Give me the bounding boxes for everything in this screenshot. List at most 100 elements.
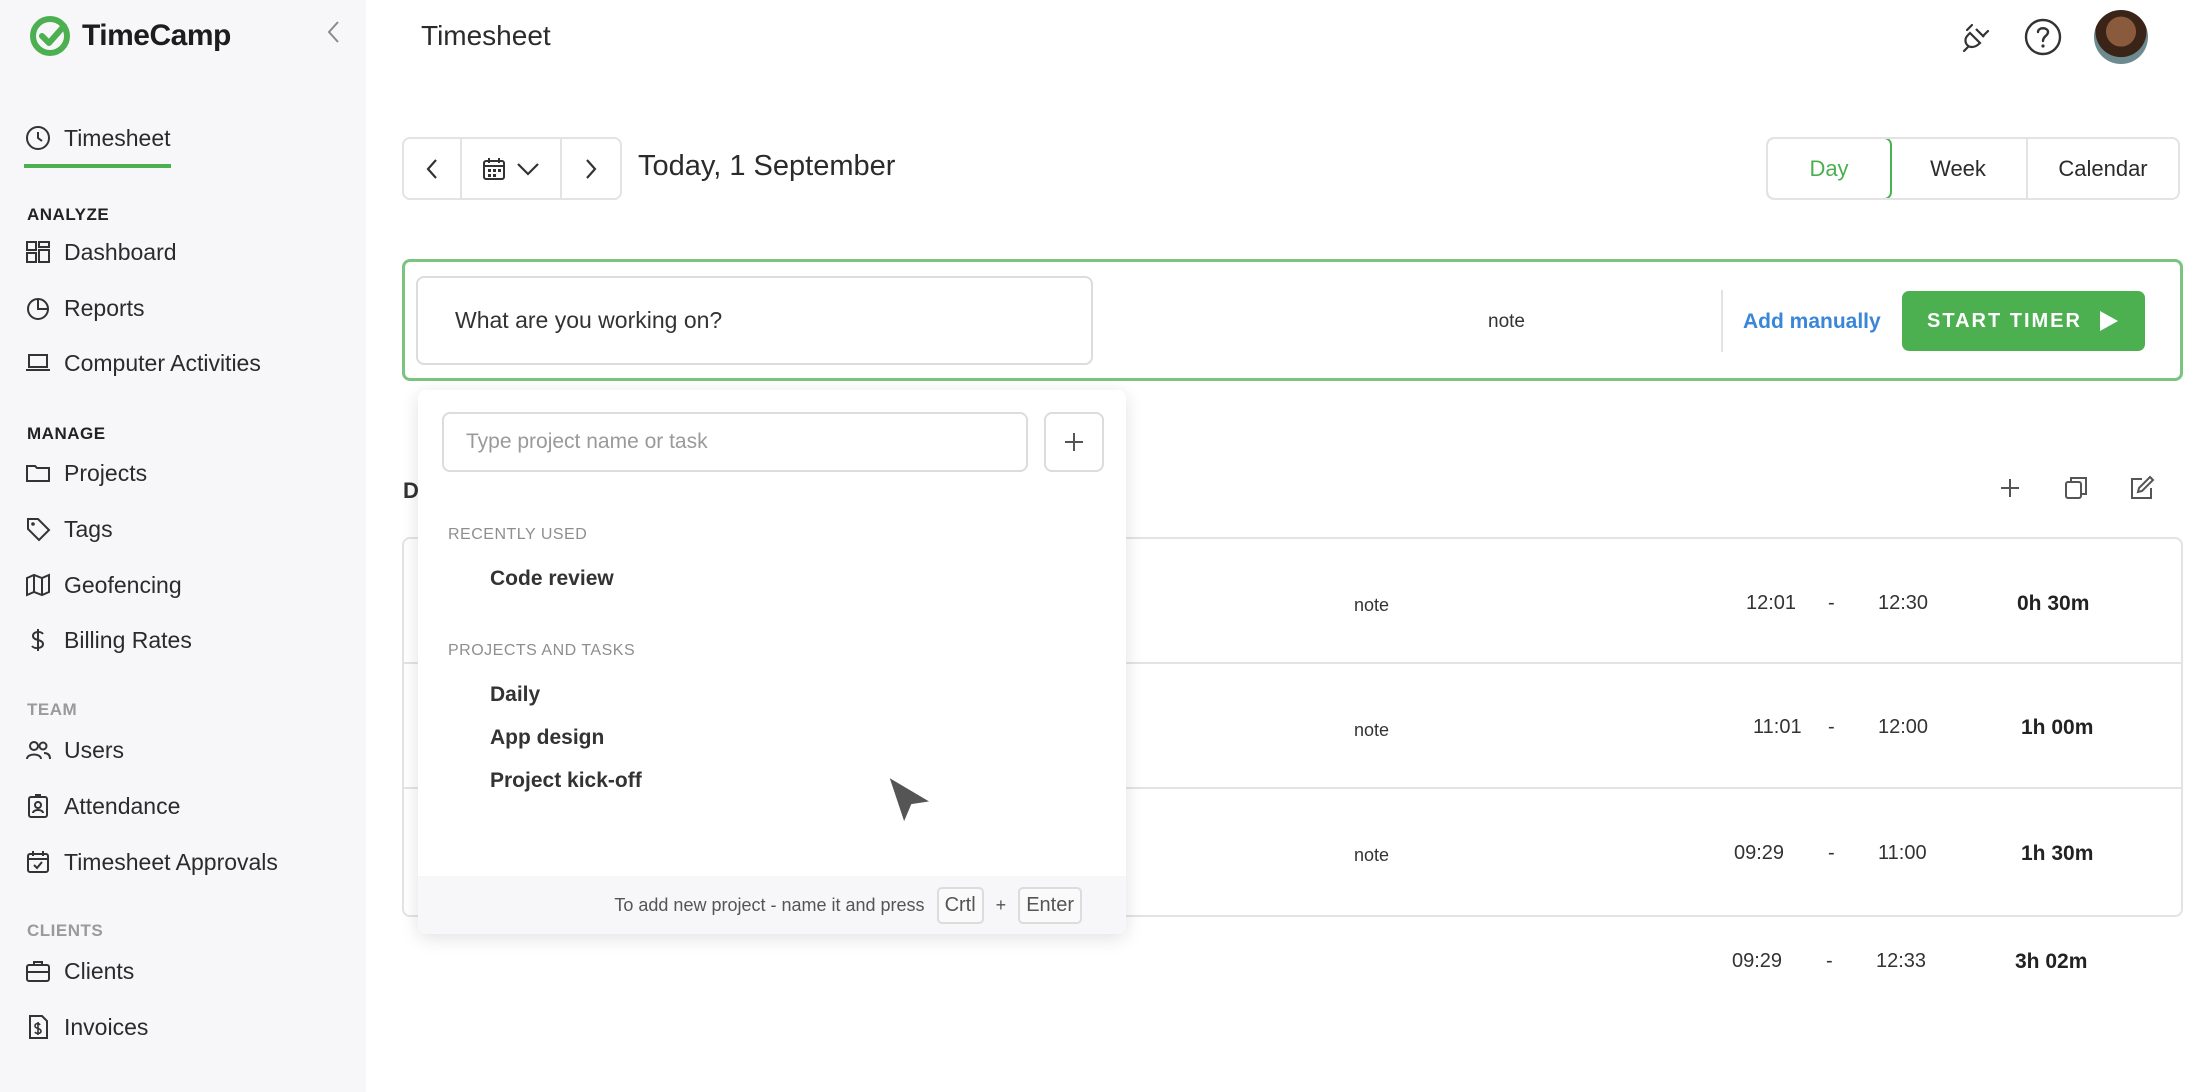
sidebar-item-computer-activities[interactable]: Computer Activities [24, 343, 261, 383]
entry-start-time[interactable]: 12:01 [1746, 592, 1796, 615]
entry-duration[interactable]: 0h 30m [2017, 592, 2089, 616]
bulk-edit-button[interactable] [2124, 470, 2160, 506]
time-separator: - [1828, 716, 1835, 738]
add-entry-button[interactable] [1992, 470, 2028, 506]
entry-note[interactable]: note [1354, 720, 1389, 741]
clock-icon [26, 126, 50, 150]
sidebar-item-tags[interactable]: Tags [24, 509, 113, 549]
current-date-label: Today, 1 September [638, 150, 896, 182]
sidebar-item-users[interactable]: Users [24, 730, 124, 770]
brand-name: TimeCamp [82, 19, 231, 52]
entry-duration[interactable]: 1h 30m [2021, 842, 2093, 866]
sidebar-item-clients[interactable]: Clients [24, 951, 134, 991]
section-label-analyze: ANALYZE [27, 205, 110, 224]
entry-end-time[interactable]: 12:30 [1878, 592, 1928, 615]
duplicate-button[interactable] [2058, 470, 2094, 506]
sidebar-item-label: Geofencing [64, 571, 182, 598]
chevron-left-icon [426, 158, 437, 179]
sidebar-item-timesheet[interactable]: Timesheet [24, 118, 171, 168]
time-separator: - [1828, 842, 1835, 864]
sidebar-item-timesheet-approvals[interactable]: Timesheet Approvals [24, 842, 278, 882]
view-calendar-tab[interactable]: Calendar [2028, 139, 2178, 198]
entry-note[interactable]: note [1354, 845, 1389, 866]
task-selector-input[interactable]: What are you working on? [416, 276, 1093, 365]
sidebar-item-label: Reports [64, 294, 145, 321]
section-label-clients: CLIENTS [27, 921, 104, 940]
date-picker-button[interactable] [462, 139, 562, 198]
plus-icon [2001, 479, 2019, 497]
plug-icon [1962, 23, 1990, 53]
start-timer-label: START TIMER [1927, 309, 2082, 332]
sidebar-item-reports[interactable]: Reports [24, 288, 145, 328]
add-manually-link[interactable]: Add manually [1743, 310, 1881, 334]
sidebar-item-dashboard[interactable]: Dashboard [24, 232, 177, 272]
divider [1721, 290, 1723, 352]
play-icon [2099, 311, 2118, 331]
timecamp-logo-icon [30, 16, 70, 56]
dollar-icon [31, 629, 45, 651]
sidebar-item-billing-rates[interactable]: Billing Rates [24, 620, 192, 660]
help-button[interactable] [2020, 14, 2066, 60]
timer-bar: What are you working on? note Add manual… [402, 259, 2183, 381]
entry-start-time[interactable]: 11:01 [1753, 716, 1802, 739]
key-ctrl: Crtl [936, 886, 984, 924]
sidebar-item-label: Users [64, 736, 125, 763]
sidebar-item-label: Dashboard [64, 238, 177, 265]
view-week-tab[interactable]: Week [1890, 139, 2028, 198]
task-option[interactable]: App design [490, 726, 604, 750]
entry-duration[interactable]: 1h 00m [2021, 716, 2093, 740]
sidebar-item-label: Attendance [64, 792, 181, 819]
time-separator: - [1828, 592, 1835, 614]
help-icon [2024, 18, 2062, 56]
section-label-manage: MANAGE [27, 424, 106, 443]
entry-note[interactable]: note [1354, 595, 1389, 616]
mouse-cursor-icon [886, 773, 935, 827]
add-project-button[interactable] [1044, 412, 1104, 472]
users-icon [26, 741, 51, 760]
project-search-input[interactable]: Type project name or task [442, 412, 1028, 472]
chevron-right-icon [586, 158, 597, 179]
entry-end-time[interactable]: 11:00 [1878, 842, 1927, 865]
badge-icon [28, 794, 48, 818]
entry-end-time[interactable]: 12:00 [1878, 716, 1928, 739]
pie-chart-icon [27, 298, 49, 320]
logo[interactable]: TimeCamp [28, 14, 231, 58]
collapse-sidebar-button[interactable] [320, 18, 348, 46]
sidebar-item-projects[interactable]: Projects [24, 453, 147, 493]
invoice-icon [29, 1015, 48, 1039]
sidebar-item-label: Timesheet Approvals [64, 848, 278, 875]
start-timer-button[interactable]: START TIMER [1902, 291, 2145, 351]
calendar-icon [483, 157, 505, 180]
day-total-row: 09:29 - 12:33 3h 02m [402, 945, 2183, 985]
sidebar-item-label: Projects [64, 459, 148, 486]
sidebar-item-geofencing[interactable]: Geofencing [24, 565, 182, 605]
total-start-time: 09:29 [1732, 950, 1783, 972]
entry-start-time[interactable]: 09:29 [1734, 842, 1784, 865]
next-day-button[interactable] [562, 139, 620, 198]
map-icon [26, 573, 50, 597]
note-input[interactable]: note [1488, 311, 1525, 333]
project-task-dropdown: Type project name or task RECENTLY USED … [418, 390, 1126, 934]
view-switcher: Day Week Calendar [1766, 137, 2180, 200]
sidebar-item-attendance[interactable]: Attendance [24, 786, 180, 826]
sidebar-item-invoices[interactable]: Invoices [24, 1007, 148, 1047]
view-day-tab[interactable]: Day [1768, 139, 1892, 198]
key-enter: Enter [1018, 886, 1082, 924]
task-option[interactable]: Project kick-off [490, 769, 642, 793]
recently-used-label: RECENTLY USED [448, 526, 588, 543]
task-option[interactable]: Code review [490, 567, 614, 591]
integrations-button[interactable] [1953, 14, 1999, 60]
sidebar-item-label: Clients [64, 957, 135, 984]
key-plus: + [995, 894, 1007, 915]
page-title: Timesheet [421, 20, 551, 51]
avatar[interactable] [2094, 10, 2148, 64]
date-navigator [402, 137, 622, 200]
chevron-left-icon [327, 21, 339, 43]
prev-day-button[interactable] [404, 139, 462, 198]
day-header: D [403, 478, 419, 503]
copy-icon [2065, 477, 2087, 499]
folder-icon [26, 465, 50, 482]
task-option[interactable]: Daily [490, 683, 540, 707]
total-duration: 3h 02m [2015, 950, 2088, 973]
chevron-down-icon [517, 162, 539, 176]
